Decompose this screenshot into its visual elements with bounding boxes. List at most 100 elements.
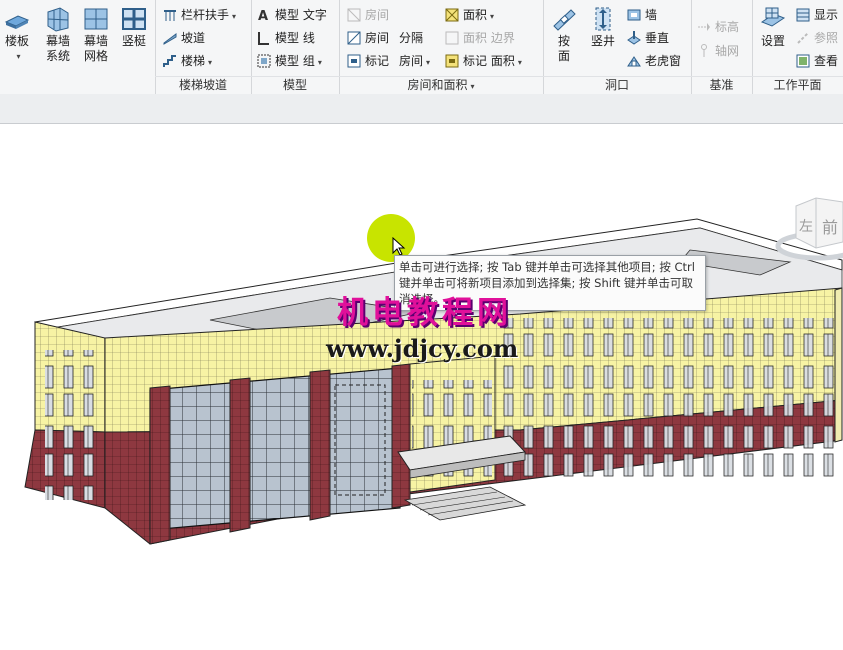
by-face-icon [551,6,577,32]
by-face-label: 按 面 [557,34,570,63]
model-group-label: 模型 组 [275,54,315,68]
curtain-system-button[interactable]: 幕墙 系统 [40,6,76,64]
room-separator-button[interactable]: 分隔 [399,29,423,47]
floor-button[interactable]: 楼板 ▾ [0,6,34,64]
right-end-facade [834,287,843,443]
set-work-plane-icon [760,6,786,32]
opening-panel-label: 洞口 [543,76,691,94]
curtain-grid-button[interactable]: 幕墙 网格 [78,6,114,64]
railing-button[interactable]: 栏杆扶手 ▾ [163,6,236,24]
room-button[interactable]: 房间 [347,29,389,47]
vertical-opening-button[interactable]: 垂直 [627,29,669,47]
room-separator-label: 分隔 [399,31,424,45]
shaft-label: 竖井 [590,34,615,48]
shaft-button[interactable]: 竖井 [585,6,621,49]
viewer-button[interactable]: 查看 [796,52,838,70]
watermark-title: 机电教程网 [337,295,512,331]
shaft-icon [590,6,616,32]
show-work-plane-icon [796,8,810,22]
building-3d-view [24,218,843,545]
show-work-plane-button[interactable]: 显示 [796,6,838,24]
viewer-icon [796,54,810,68]
vertical-opening-icon [627,31,641,45]
tag-area-button[interactable]: 标记 面积 ▾ [445,52,522,70]
ramp-button[interactable]: 坡道 [163,29,205,47]
curtain-system-label: 幕墙 系统 [45,34,70,63]
area-button[interactable]: 面积 ▾ [445,6,494,24]
atrium-pillar-2 [229,377,251,533]
model-text-button[interactable]: A 模型 文字 [257,6,327,24]
room-area-panel: 房间 房间 分隔 标记 房间 ▾ 面积 ▾ 面积 边界 标记 面积 ▾ 房间和面积 ▾ [339,0,544,94]
by-face-button[interactable]: 按 面 [549,6,579,64]
dormer-icon [627,54,641,68]
mouse-pointer-icon [392,237,406,256]
model-text-icon: A [257,8,271,24]
ramp-label: 坡道 [181,31,206,45]
level-button[interactable]: 标高 [697,18,739,36]
area-icon [445,8,459,22]
viewcube-left-face[interactable]: 左 [799,216,813,236]
datum-panel: 标高 轴网 基准 [691,0,753,94]
dormer-label: 老虎窗 [645,54,682,68]
floor-label: 楼板 [4,34,29,48]
railing-icon [163,8,177,22]
ref-plane-button[interactable]: 参照 [796,29,838,47]
grid-button[interactable]: 轴网 [697,42,739,60]
model-line-label: 模型 线 [275,31,315,45]
svg-text:A: A [258,9,268,22]
wall-opening-icon [627,8,641,22]
grid-icon [697,44,711,58]
atrium-pillar-1 [149,385,171,545]
room-label: 房间 [365,31,390,45]
mullion-button[interactable]: 竖梃 [116,6,152,49]
wall-opening-label: 墙 [645,8,658,22]
floor-dropdown-icon[interactable]: ▾ [3,49,34,64]
tag-area-label-1: 标记 [463,54,488,68]
model-group-button[interactable]: 模型 组 ▾ [257,52,322,70]
room-area-panel-label[interactable]: 房间和面积 ▾ [339,76,543,94]
railing-dropdown-icon[interactable]: ▾ [232,12,236,21]
level-label: 标高 [715,20,740,34]
area-boundary-icon [445,31,459,45]
atrium-pillar-4 [391,363,411,509]
stair-icon [163,54,177,68]
dormer-opening-button[interactable]: 老虎窗 [627,52,681,70]
work-plane-panel-label: 工作平面 [752,76,843,94]
wall-opening-button[interactable]: 墙 [627,6,657,24]
area-boundary-button[interactable]: 面积 边界 [445,29,515,47]
grid-label: 轴网 [715,44,740,58]
area-label: 面积 [463,8,488,22]
model-line-icon [257,31,271,45]
room-top-button[interactable]: 房间 [347,6,389,24]
mullion-icon [121,6,147,32]
floor-icon [4,6,30,32]
tag-room-button[interactable]: 标记 [347,52,389,70]
level-icon [697,20,711,34]
room-area-panel-expand-icon[interactable]: ▾ [471,82,475,91]
ref-plane-label: 参照 [814,31,839,45]
tag-room-dropdown[interactable]: 房间 ▾ [399,52,430,70]
drawing-canvas[interactable]: 左 前 [0,124,843,650]
build-panel: 楼板 ▾ 幕墙 系统 幕墙 网格 竖梃 [0,0,156,94]
model-group-dropdown-icon[interactable]: ▾ [318,58,322,67]
tag-area-dropdown-icon[interactable]: ▾ [518,58,522,67]
datum-panel-label: 基准 [691,76,752,94]
model-group-icon [257,54,271,68]
room-area-panel-label-text: 房间和面积 [407,78,468,92]
viewcube-front-face[interactable]: 前 [822,214,838,238]
model-line-button[interactable]: 模型 线 [257,29,315,47]
viewcube[interactable]: 左 前 [770,190,843,265]
model-panel: A 模型 文字 模型 线 模型 组 ▾ 模型 [251,0,340,94]
room-top-label: 房间 [365,8,390,22]
tag-room-dropdown-icon[interactable]: ▾ [426,58,430,67]
set-work-plane-button[interactable]: 设置 [756,6,790,49]
viewer-label: 查看 [814,54,839,68]
work-plane-panel: 设置 显示 参照 查看 工作平面 [752,0,843,94]
stair-label: 楼梯 [181,54,206,68]
area-boundary-label-2: 边界 [490,31,515,45]
ramp-icon [163,31,177,45]
show-work-plane-label: 显示 [814,8,839,22]
stair-button[interactable]: 楼梯 ▾ [163,52,212,70]
area-dropdown-icon[interactable]: ▾ [490,12,494,21]
stair-dropdown-icon[interactable]: ▾ [208,58,212,67]
